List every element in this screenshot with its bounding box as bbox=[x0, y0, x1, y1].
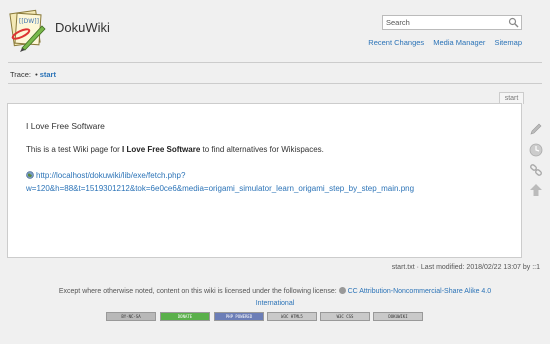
breadcrumb-label: Trace: bbox=[10, 70, 31, 79]
search-icon[interactable] bbox=[508, 17, 519, 28]
license-notice: Except where otherwise noted, content on… bbox=[0, 286, 550, 310]
paragraph-text-after: to find alternatives for Wikispaces. bbox=[200, 145, 324, 154]
site-tools-nav: Recent Changes Media Manager Sitemap bbox=[361, 38, 522, 47]
header-divider bbox=[8, 62, 542, 63]
sitemap-link[interactable]: Sitemap bbox=[494, 38, 522, 47]
cc-icon bbox=[338, 287, 346, 294]
breadcrumb: Trace: • start bbox=[10, 70, 56, 79]
breadcrumb-divider bbox=[8, 83, 542, 84]
site-title[interactable]: DokuWiki bbox=[55, 20, 110, 35]
search-input[interactable] bbox=[383, 16, 506, 29]
css-badge[interactable]: W3C CSS bbox=[320, 312, 370, 321]
paragraph-text-before: This is a test Wiki page for bbox=[26, 145, 123, 154]
html5-badge[interactable]: W3C HTML5 bbox=[267, 312, 317, 321]
external-image-link[interactable]: http://localhost/dokuwiki/lib/exe/fetch.… bbox=[26, 169, 496, 195]
page-content: I Love Free Software This is a test Wiki… bbox=[7, 103, 522, 258]
paragraph-bold-text: I Love Free Software bbox=[122, 145, 201, 154]
backlinks-icon[interactable] bbox=[529, 163, 543, 177]
dokuwiki-logo[interactable]: [[DW]] bbox=[8, 8, 48, 52]
cc-badge[interactable]: BY-NC-SA bbox=[106, 312, 156, 321]
recent-changes-link[interactable]: Recent Changes bbox=[368, 38, 424, 47]
search-box bbox=[382, 15, 522, 30]
svg-text:[[DW]]: [[DW]] bbox=[19, 18, 39, 25]
php-badge[interactable]: PHP POWERED bbox=[214, 312, 264, 321]
page-heading: I Love Free Software bbox=[26, 121, 105, 131]
license-link-line2: International bbox=[255, 300, 295, 307]
license-link-line1: CC Attribution-Noncommercial-Share Alike… bbox=[347, 288, 492, 295]
donate-badge[interactable]: DONATE bbox=[160, 312, 210, 321]
link-line-1: http://localhost/dokuwiki/lib/exe/fetch.… bbox=[36, 171, 186, 180]
page-paragraph: This is a test Wiki page for I Love Free… bbox=[26, 145, 324, 154]
back-to-top-icon[interactable] bbox=[529, 183, 543, 197]
breadcrumb-start-link[interactable]: start bbox=[40, 70, 56, 79]
breadcrumb-separator: • bbox=[35, 70, 38, 79]
license-prefix: Except where otherwise noted, content on… bbox=[58, 288, 337, 295]
globe-icon bbox=[26, 170, 34, 179]
edit-icon[interactable] bbox=[529, 122, 543, 136]
link-line-2: w=120&h=88&t=1519301212&tok=6e0ce6&media… bbox=[26, 184, 415, 193]
page-docinfo: start.txt · Last modified: 2018/02/22 13… bbox=[391, 264, 540, 271]
media-manager-link[interactable]: Media Manager bbox=[433, 38, 485, 47]
revisions-icon[interactable] bbox=[529, 143, 543, 157]
dokuwiki-badge[interactable]: DOKUWIKI bbox=[373, 312, 423, 321]
